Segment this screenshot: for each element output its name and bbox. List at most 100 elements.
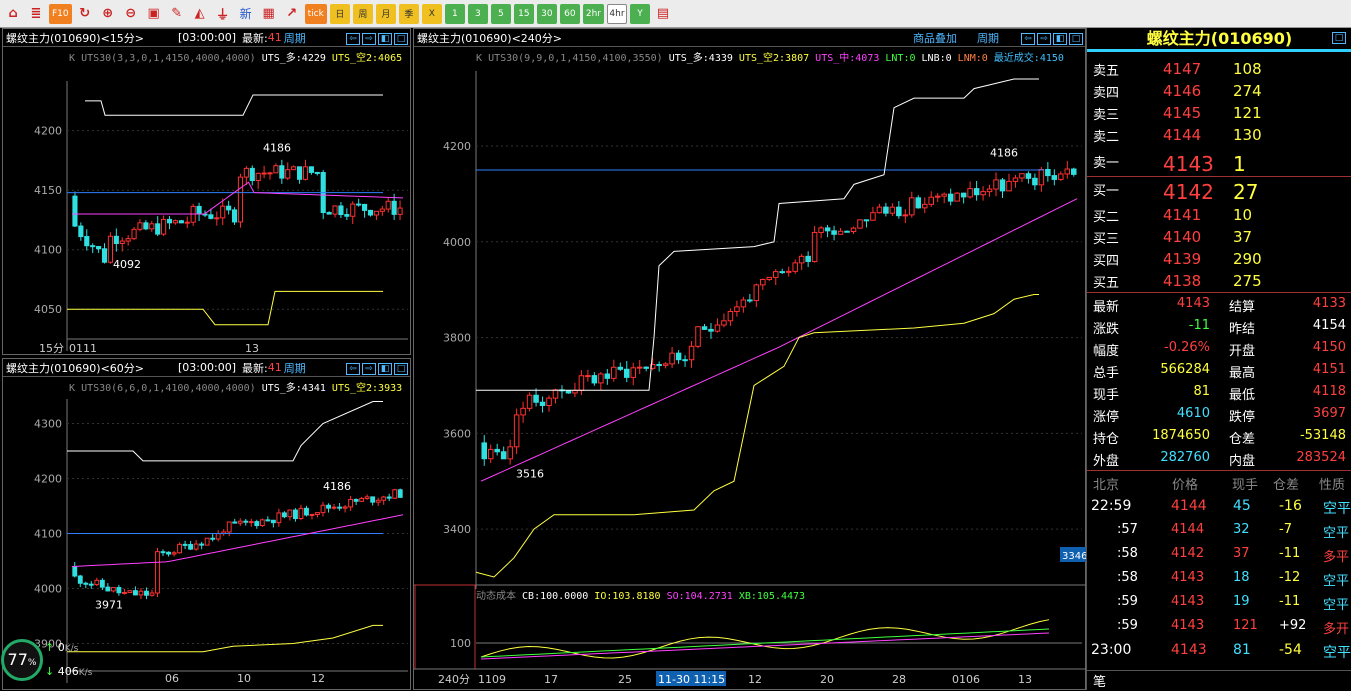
candle: [292, 509, 298, 520]
toolbar-window-icon[interactable]: ▣: [144, 4, 164, 24]
stat-value: 282760: [1160, 450, 1210, 465]
toolbar-tick-icon[interactable]: tick: [304, 3, 327, 24]
ask-row[interactable]: 卖五 4147 108: [1093, 60, 1262, 79]
candle: [326, 212, 332, 215]
bid-row[interactable]: 买四 4139 290: [1093, 250, 1262, 269]
candle: [110, 587, 116, 592]
candle: [243, 520, 249, 523]
toolbar-button-27[interactable]: Y: [629, 3, 650, 24]
tick-row[interactable]: :57 4144 32 -7 空平: [1087, 522, 1351, 542]
candle: [734, 306, 740, 312]
toolbar-button-18[interactable]: X: [421, 3, 442, 24]
candle-chart[interactable]: 4200 4000 3800 3600 3400 4186 3516 3346 100 240分 1…: [414, 29, 1087, 691]
tick-row[interactable]: :58 4142 37 -11 多平: [1087, 546, 1351, 566]
x-tick-label: 11-30 11:15: [658, 673, 725, 686]
long-line: [476, 78, 1039, 391]
toolbar-button-10[interactable]: 新: [236, 4, 256, 24]
toolbar-layers-icon[interactable]: ≣: [26, 4, 46, 24]
tick-row[interactable]: 22:59 4144 45 -16 空平: [1087, 498, 1351, 518]
candle: [133, 590, 138, 596]
toolbar-home-icon[interactable]: ⌂: [3, 4, 23, 24]
stat-label: 现手: [1093, 388, 1120, 403]
candle: [520, 407, 526, 416]
toolbar-paint-icon[interactable]: ◭: [190, 4, 210, 24]
low-label: 4092: [113, 258, 141, 271]
toolbar-grid-icon[interactable]: ▤: [653, 4, 673, 24]
candle: [88, 583, 94, 586]
maximize-icon[interactable]: □: [1332, 32, 1346, 44]
ask-row[interactable]: 卖一 4143 1: [1093, 152, 1246, 176]
toolbar-filter-icon[interactable]: ⏚: [213, 4, 233, 24]
toolbar-button-16[interactable]: 月: [375, 3, 396, 24]
toolbar-button-15[interactable]: 周: [352, 3, 373, 24]
candle: [753, 284, 760, 302]
stat-value: 4150: [1312, 340, 1346, 355]
candle-chart[interactable]: 4200 4150 4100 4050 4186 4092 15分 0111 13: [3, 29, 412, 356]
toolbar-zoom-out-icon[interactable]: ⊖: [121, 4, 141, 24]
bid-row[interactable]: 买五 4138 275: [1093, 272, 1262, 291]
tick-cell: 18: [1233, 570, 1250, 585]
candle: [385, 200, 391, 210]
stat-value: 4610: [1176, 406, 1210, 421]
tick-header: 性质: [1319, 478, 1346, 493]
ask-row[interactable]: 卖四 4146 274: [1093, 82, 1262, 101]
tick-row[interactable]: :58 4143 18 -12 空平: [1087, 570, 1351, 590]
toolbar-f10-icon[interactable]: F10: [49, 3, 72, 24]
tick-cell: 32: [1233, 522, 1250, 537]
candle: [248, 521, 254, 524]
candle: [249, 167, 255, 182]
candle: [107, 235, 113, 263]
tick-row[interactable]: :59 4143 121 +92 多开: [1087, 618, 1351, 638]
candle: [314, 171, 320, 174]
candle: [1045, 168, 1051, 177]
ask-row[interactable]: 卖三 4145 121: [1093, 104, 1262, 123]
bid-row[interactable]: 买二 4141 10: [1093, 206, 1252, 225]
high-label: 4186: [323, 480, 351, 493]
tick-cell: 4143: [1171, 594, 1205, 609]
candle: [967, 188, 973, 198]
toolbar-button-25[interactable]: 2hr: [582, 3, 604, 24]
toolbar-table-icon[interactable]: ▦: [259, 4, 279, 24]
toolbar-button-21[interactable]: 5: [490, 3, 511, 24]
x-tick-label: 10: [237, 672, 251, 685]
toolbar-button-23[interactable]: 30: [536, 3, 557, 24]
candle: [1058, 173, 1064, 180]
candle: [373, 210, 379, 216]
toolbar-button-19[interactable]: 1: [444, 3, 465, 24]
stat-value: -0.26%: [1164, 340, 1210, 355]
stat-label: 最高: [1229, 366, 1256, 381]
toolbar-button-17[interactable]: 季: [398, 3, 419, 24]
toolbar-pen-icon[interactable]: ✎: [167, 4, 187, 24]
candle: [1032, 177, 1038, 186]
toolbar-button-20[interactable]: 3: [467, 3, 488, 24]
stat-label: 跌停: [1229, 410, 1256, 425]
toolbar-refresh-icon[interactable]: ↻: [75, 4, 95, 24]
candle: [993, 179, 999, 190]
candle: [889, 206, 896, 214]
bottom-tab-row[interactable]: 笔: [1087, 670, 1351, 690]
tick-row[interactable]: :59 4143 19 -11 空平: [1087, 594, 1351, 614]
candle: [941, 193, 947, 197]
toolbar-button-24[interactable]: 60: [559, 3, 580, 24]
toolbar-chart-icon[interactable]: ↗: [282, 4, 302, 24]
toolbar-button-22[interactable]: 15: [513, 3, 534, 24]
toolbar-button-14[interactable]: 日: [329, 3, 350, 24]
candle: [298, 507, 304, 520]
down-value: 406: [57, 665, 79, 678]
candle: [77, 575, 83, 584]
candle: [72, 195, 78, 227]
bid-row[interactable]: 买三 4140 37: [1093, 228, 1252, 247]
ask-row[interactable]: 卖二 4144 130: [1093, 126, 1262, 145]
toolbar-button-26[interactable]: 4hr: [606, 3, 627, 24]
tick-row[interactable]: 23:00 4143 81 -54 空平: [1087, 642, 1351, 662]
bid-price: 4140: [1163, 228, 1202, 246]
ask-label: 卖二: [1093, 130, 1120, 145]
bid-row[interactable]: 买一 4142 27: [1093, 180, 1258, 204]
tick-cell: -12: [1279, 570, 1301, 585]
tick-cell: -11: [1279, 594, 1301, 609]
toolbar-zoom-in-icon[interactable]: ⊕: [98, 4, 118, 24]
stat-value: 1874650: [1152, 428, 1210, 443]
tick-cell: 4144: [1171, 522, 1205, 537]
candle: [986, 188, 993, 193]
ask-label: 卖四: [1093, 86, 1120, 101]
